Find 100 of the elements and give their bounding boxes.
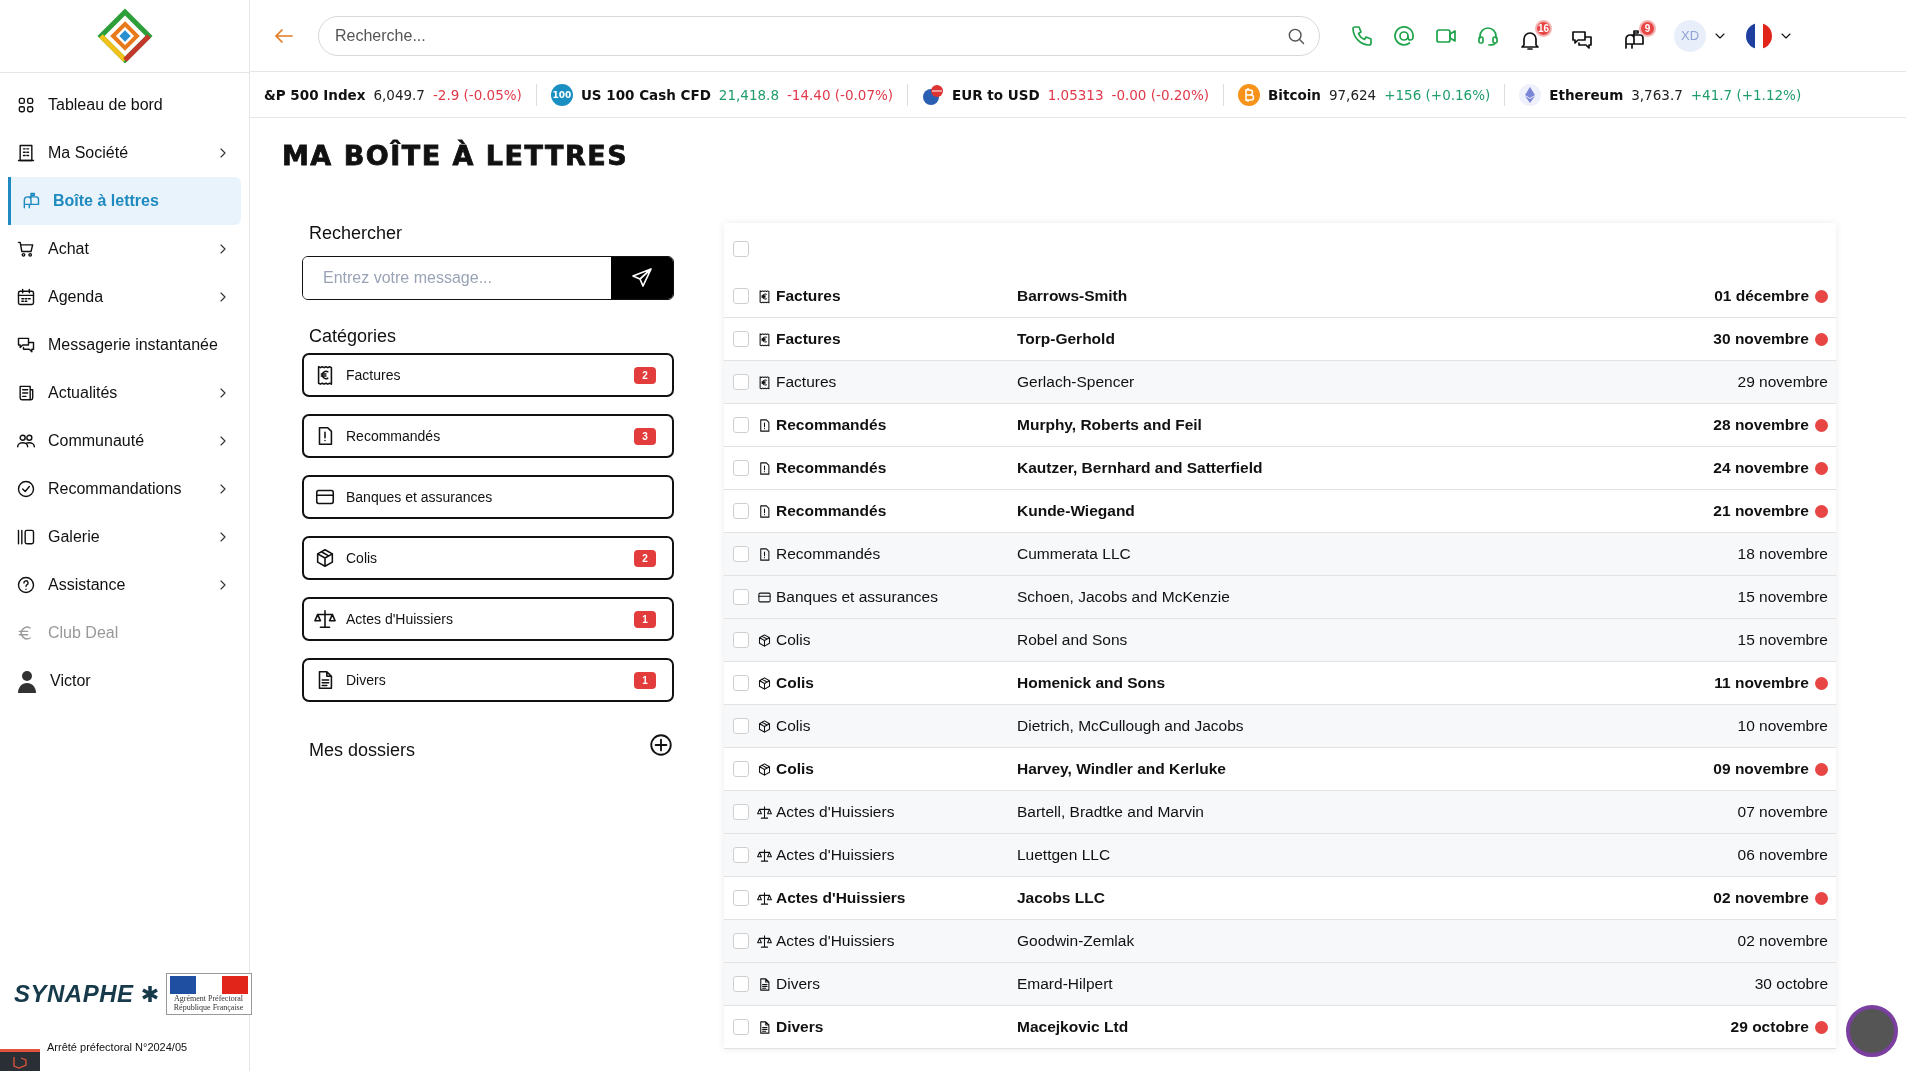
count-badge: 2	[634, 366, 656, 384]
person-icon	[16, 669, 38, 693]
checkbox[interactable]	[733, 976, 749, 992]
scales-icon	[314, 608, 336, 630]
sidebar-item[interactable]: Victor	[8, 657, 241, 705]
add-folder-button[interactable]	[648, 731, 674, 758]
cart-icon	[16, 239, 36, 259]
message-search-field[interactable]: Entrez votre message...	[302, 256, 674, 300]
category-text: Factures	[776, 330, 841, 348]
sender-text: Kunde-Wiegand	[1017, 502, 1136, 520]
category-text: Colis	[776, 631, 811, 649]
message-row[interactable]: Recommandés Kunde-Wiegand 21 novembre	[724, 490, 1836, 533]
message-row[interactable]: Colis Homenick and Sons 11 novembre	[724, 662, 1836, 705]
notifications-button[interactable]: 16	[1518, 19, 1552, 52]
checkbox[interactable]	[733, 288, 749, 304]
sender-text: Barrows-Smith	[1017, 287, 1129, 305]
sidebar-item[interactable]: Galerie	[8, 513, 241, 561]
message-row[interactable]: Actes d'Huissiers Jacobs LLC 02 novembre	[724, 877, 1836, 920]
date-text: 15 novembre	[1737, 631, 1828, 649]
checkbox[interactable]	[733, 460, 749, 476]
checkbox[interactable]	[733, 933, 749, 949]
sidebar-item[interactable]: Agenda	[8, 273, 241, 321]
chat-bubbles-icon	[16, 335, 36, 355]
category-button[interactable]: Banques et assurances	[302, 475, 674, 519]
message-row[interactable]: Actes d'Huissiers Bartell, Bradtke and Marvin 07 novembre	[724, 791, 1836, 834]
checkbox[interactable]	[733, 847, 749, 863]
unread-dot	[1815, 762, 1828, 776]
section-heading: Rechercher	[308, 223, 404, 244]
message-row[interactable]: Colis Harvey, Windler and Kerluke 09 novembre	[724, 748, 1836, 791]
document-icon	[757, 976, 772, 992]
checkbox[interactable]	[733, 761, 749, 777]
sidebar-item[interactable]: Ma Société	[8, 129, 241, 177]
message-row[interactable]: Factures Gerlach-Spencer 29 novembre	[724, 361, 1836, 404]
send-button[interactable]	[611, 257, 673, 299]
count-badge: 16	[1535, 19, 1552, 37]
ethereum-icon	[1519, 83, 1542, 106]
checkbox[interactable]	[733, 241, 749, 257]
message-row[interactable]: Divers Macejkovic Ltd 29 octobre	[724, 1006, 1836, 1049]
category-button[interactable]: Recommandés 3	[302, 414, 674, 458]
debug-toolbar-button[interactable]	[0, 1049, 40, 1071]
message-row[interactable]: Colis Robel and Sons 15 novembre	[724, 619, 1836, 662]
document-icon	[757, 1019, 772, 1035]
exclamation-document-icon	[757, 460, 772, 476]
search-field[interactable]: Recherche...	[318, 15, 1320, 56]
phone-button[interactable]	[1350, 23, 1374, 48]
sidebar-item[interactable]: Tableau de bord	[8, 81, 241, 129]
checkbox[interactable]	[733, 890, 749, 906]
count-badge: 1	[634, 610, 656, 628]
assistant-avatar[interactable]	[1846, 1005, 1898, 1057]
count-badge: 3	[634, 427, 656, 445]
sidebar-item[interactable]: Achat	[8, 225, 241, 273]
category-button[interactable]: Actes d'Huissiers 1	[302, 597, 674, 641]
ticker-change: -2.9 (-0.05%)	[432, 86, 522, 103]
cube-outline-icon	[12, 1054, 28, 1069]
checkbox[interactable]	[733, 718, 749, 734]
checkbox[interactable]	[733, 374, 749, 390]
sidebar-item[interactable]: Messagerie instantanée	[8, 321, 241, 369]
checkbox[interactable]	[733, 417, 749, 433]
message-row[interactable]: Banques et assurances Schoen, Jacobs and McKenzie 15 novembre	[724, 576, 1836, 619]
checkbox[interactable]	[733, 589, 749, 605]
logo-icon	[96, 8, 153, 64]
message-row[interactable]: Factures Torp-Gerhold 30 novembre	[724, 318, 1836, 361]
message-row[interactable]: Divers Emard-Hilpert 30 octobre	[724, 963, 1836, 1006]
brand-logo-text: SYNAPHE	[14, 980, 134, 1008]
message-row[interactable]: Colis Dietrich, McCullough and Jacobs 10 novembre	[724, 705, 1836, 748]
sender-text: Dietrich, McCullough and Jacobs	[1017, 717, 1245, 735]
sidebar-item[interactable]: Recommandations	[8, 465, 241, 513]
sidebar-item[interactable]: Assistance	[8, 561, 241, 609]
checkbox[interactable]	[733, 1019, 749, 1035]
mailbox-button[interactable]: 9	[1622, 19, 1656, 52]
checkbox[interactable]	[733, 675, 749, 691]
category-button[interactable]: Divers 1	[302, 658, 674, 702]
date-text: 02 novembre	[1713, 889, 1809, 907]
category-button[interactable]: Factures 2	[302, 353, 674, 397]
sender-text: Jacobs LLC	[1017, 889, 1106, 907]
date-text: 11 novembre	[1714, 674, 1809, 692]
checkbox[interactable]	[733, 331, 749, 347]
ticker-price: 1.05313	[1047, 86, 1104, 103]
sidebar-item[interactable]: Actualités	[8, 369, 241, 417]
message-row[interactable]: Actes d'Huissiers Goodwin-Zemlak 02 novembre	[724, 920, 1836, 963]
checkbox[interactable]	[733, 632, 749, 648]
message-row[interactable]: Recommandés Murphy, Roberts and Feil 28 novembre	[724, 404, 1836, 447]
category-button[interactable]: Colis 2	[302, 536, 674, 580]
unread-dot	[1815, 289, 1828, 303]
email-button[interactable]	[1392, 23, 1416, 48]
message-row[interactable]: Factures Barrows-Smith 01 décembre	[724, 275, 1836, 318]
ticker-name: US 100 Cash CFD	[580, 86, 711, 103]
ticker-name: Ethereum	[1549, 86, 1624, 103]
checkbox[interactable]	[733, 546, 749, 562]
category-text: Actes d'Huissiers	[776, 889, 906, 907]
checkbox[interactable]	[733, 804, 749, 820]
ticker-change: +156 (+0.16%)	[1384, 86, 1491, 103]
sidebar-item[interactable]: Communauté	[8, 417, 241, 465]
phone-icon	[1350, 23, 1374, 48]
date-text: 10 novembre	[1737, 717, 1828, 735]
message-row[interactable]: Recommandés Cummerata LLC 18 novembre	[724, 533, 1836, 576]
checkbox[interactable]	[733, 503, 749, 519]
category-text: Colis	[776, 717, 811, 735]
message-row[interactable]: Actes d'Huissiers Luettgen LLC 06 novembre	[724, 834, 1836, 877]
message-row[interactable]: Recommandés Kautzer, Bernhard and Satterfield 24 novembre	[724, 447, 1836, 490]
